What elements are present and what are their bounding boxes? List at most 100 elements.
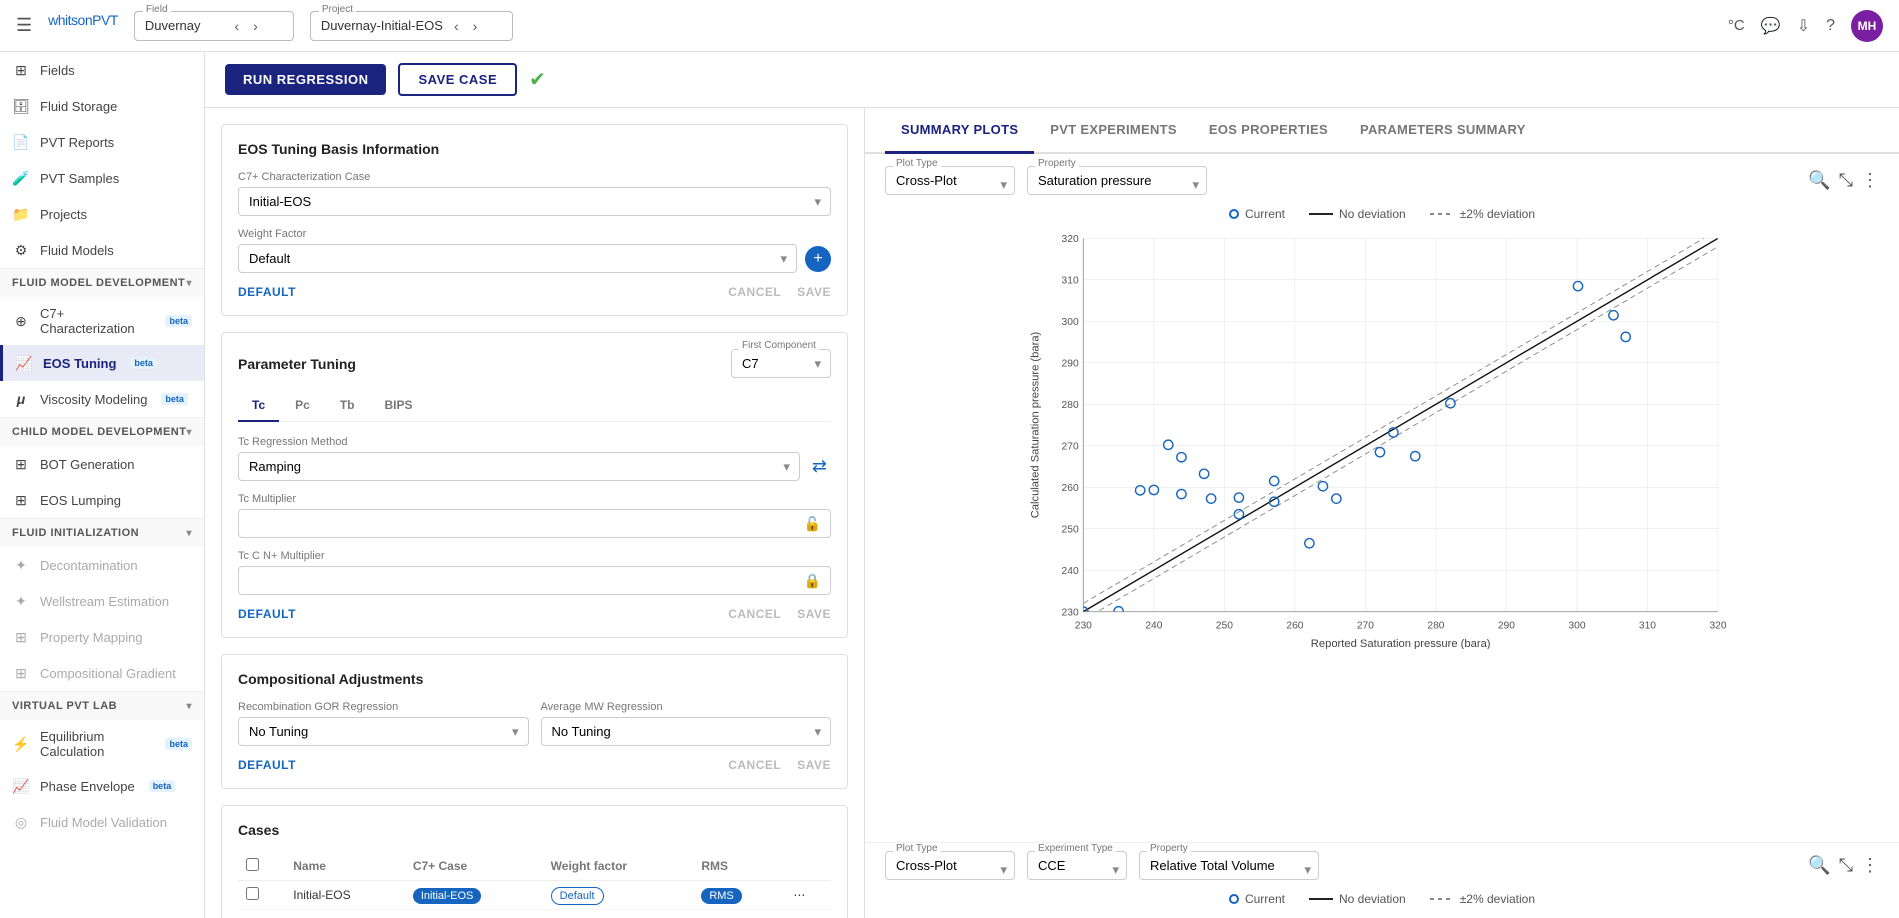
tab-summary-plots[interactable]: SUMMARY PLOTS [885, 108, 1034, 154]
c7plus-icon: ⊕ [12, 312, 30, 330]
legend2-current-label: Current [1245, 892, 1285, 906]
tab-parameters-summary[interactable]: PARAMETERS SUMMARY [1344, 108, 1542, 154]
field-selector[interactable]: Field Duvernay ‹ › [134, 11, 294, 41]
sidebar-item-projects[interactable]: 📁 Projects [0, 196, 204, 232]
chart2-more-icon[interactable]: ⋮ [1861, 855, 1879, 876]
tab-tb[interactable]: Tb [326, 390, 369, 422]
field-prev-btn[interactable]: ‹ [230, 16, 245, 36]
chart2-plot-type-select[interactable]: Cross-Plot [885, 851, 1015, 880]
section-chevron-fi[interactable]: ▾ [186, 528, 192, 539]
tc-settings-btn[interactable]: ⇄ [808, 452, 831, 481]
field-next-btn[interactable]: › [248, 16, 263, 36]
tc-cn-input[interactable]: 1 [238, 566, 831, 595]
eos-default-btn[interactable]: DEFAULT [238, 285, 296, 299]
param-save-btn: SAVE [797, 607, 831, 621]
avatar[interactable]: MH [1851, 10, 1883, 42]
sidebar-item-fluid-model-validation: ◎ Fluid Model Validation [0, 804, 204, 840]
tab-bips[interactable]: BIPS [370, 390, 426, 422]
row-checkbox[interactable] [246, 887, 259, 900]
sidebar-item-fields[interactable]: ⊞ Fields [0, 52, 204, 88]
download-icon[interactable]: ⇩ [1797, 16, 1810, 36]
avg-mw-field: Average MW Regression No Tuning [541, 701, 832, 746]
chart1-magnify-icon[interactable]: 🔍 [1808, 170, 1830, 191]
parameter-tabs: Tc Pc Tb BIPS [238, 390, 831, 422]
tab-pvt-experiments[interactable]: PVT EXPERIMENTS [1034, 108, 1193, 154]
tc-cn-lock[interactable]: 🔒 [804, 572, 821, 589]
svg-text:230: 230 [1075, 620, 1092, 631]
sidebar-item-viscosity[interactable]: μ Viscosity Modeling beta [0, 381, 204, 417]
cases-col-name: Name [285, 852, 405, 881]
cases-col-rms: RMS [693, 852, 785, 881]
weight-select[interactable]: Default [238, 244, 797, 273]
viscosity-icon: μ [12, 390, 30, 408]
fluid-storage-icon: 🗄 [12, 97, 30, 115]
sidebar-label-wellstream: Wellstream Estimation [40, 594, 169, 609]
phase-envelope-beta: beta [149, 780, 176, 792]
c7-select[interactable]: Initial-EOS [238, 187, 831, 216]
sidebar-item-pvt-reports[interactable]: 📄 PVT Reports [0, 124, 204, 160]
chart2-magnify-icon[interactable]: 🔍 [1808, 855, 1830, 876]
cases-table: Name C7+ Case Weight factor RMS Initial-… [238, 852, 831, 910]
sidebar-item-pvt-samples[interactable]: 🧪 PVT Samples [0, 160, 204, 196]
tab-eos-properties[interactable]: EOS PROPERTIES [1193, 108, 1344, 154]
comp-default-btn[interactable]: DEFAULT [238, 758, 296, 772]
help-icon[interactable]: ? [1826, 17, 1835, 35]
tc-multiplier-input[interactable]: 1.04639 [238, 509, 831, 538]
legend-deviation-2pct: ±2% deviation [1430, 207, 1535, 221]
row-more[interactable]: ⋯ [785, 881, 831, 910]
save-case-button[interactable]: SAVE CASE [398, 63, 517, 96]
chart2-experiment-type-select[interactable]: CCE [1027, 851, 1127, 880]
compositional-section: Compositional Adjustments Recombination … [221, 654, 848, 789]
sidebar-item-phase-envelope[interactable]: 📈 Phase Envelope beta [0, 768, 204, 804]
section-chevron-vp[interactable]: ▾ [186, 701, 192, 712]
chat-icon[interactable]: 💬 [1761, 16, 1781, 36]
sidebar-item-bot[interactable]: ⊞ BOT Generation [0, 446, 204, 482]
svg-text:250: 250 [1062, 524, 1079, 535]
tc-regression-select[interactable]: Ramping [238, 452, 800, 481]
app-logo: whitsonPVT [48, 12, 118, 39]
section-chevron-fmd[interactable]: ▾ [186, 278, 192, 289]
sidebar-label-equilibrium: Equilibrium Calculation [40, 729, 151, 759]
no-deviation-line [1083, 238, 1718, 611]
avg-mw-select[interactable]: No Tuning [541, 717, 832, 746]
sidebar-item-c7plus[interactable]: ⊕ C7+ Characterization beta [0, 297, 204, 345]
fluid-model-validation-icon: ◎ [12, 813, 30, 831]
project-prev-btn[interactable]: ‹ [449, 16, 464, 36]
svg-text:310: 310 [1639, 620, 1656, 631]
run-regression-button[interactable]: RUN REGRESSION [225, 64, 386, 95]
sidebar-item-decontamination: ✦ Decontamination [0, 547, 204, 583]
sidebar-item-equilibrium[interactable]: ⚡ Equilibrium Calculation beta [0, 720, 204, 768]
chart1-property-select[interactable]: Saturation pressure [1027, 166, 1207, 195]
chart1-container: 230 240 250 260 270 280 290 300 310 320 [865, 229, 1899, 842]
chart1-plot-type-select[interactable]: Cross-Plot [885, 166, 1015, 195]
sidebar-item-fluid-models[interactable]: ⚙ Fluid Models [0, 232, 204, 268]
chart2-expand-icon[interactable]: ⤡ [1839, 855, 1853, 876]
chart2-plot-type-label: Plot Type [893, 843, 941, 854]
celsius-icon[interactable]: °C [1728, 17, 1745, 34]
legend2-no-deviation-label: No deviation [1339, 892, 1406, 906]
cases-select-all[interactable] [246, 858, 259, 871]
project-next-btn[interactable]: › [468, 16, 483, 36]
sidebar-item-fluid-storage[interactable]: 🗄 Fluid Storage [0, 88, 204, 124]
chart1-more-icon[interactable]: ⋮ [1861, 170, 1879, 191]
first-component-select[interactable]: C7 [731, 349, 831, 378]
menu-icon[interactable]: ☰ [16, 15, 32, 36]
chart1-legend: Current No deviation ±2% deviation [865, 207, 1899, 221]
chart1-expand-icon[interactable]: ⤡ [1839, 170, 1853, 191]
tab-pc[interactable]: Pc [281, 390, 324, 422]
tab-tc[interactable]: Tc [238, 390, 279, 422]
chart2-legend: Current No deviation ±2% deviation [865, 888, 1899, 910]
tc-multiplier-lock[interactable]: 🔓 [804, 515, 821, 532]
y-axis-title: Calculated Saturation pressure (bara) [1030, 331, 1042, 518]
svg-text:250: 250 [1216, 620, 1233, 631]
tc-regression-label: Tc Regression Method [238, 436, 831, 448]
sidebar-item-eos-lumping[interactable]: ⊞ EOS Lumping [0, 482, 204, 518]
chart2-property-select[interactable]: Relative Total Volume [1139, 851, 1319, 880]
add-weight-btn[interactable]: + [805, 246, 831, 272]
param-default-btn[interactable]: DEFAULT [238, 607, 296, 621]
recombination-select[interactable]: No Tuning [238, 717, 529, 746]
section-chevron-cmd[interactable]: ▾ [186, 427, 192, 438]
sidebar-item-eos-tuning[interactable]: 📈 EOS Tuning beta [0, 345, 204, 381]
row-name: Initial-EOS [285, 881, 405, 910]
project-selector[interactable]: Project Duvernay-Initial-EOS ‹ › [310, 11, 513, 41]
